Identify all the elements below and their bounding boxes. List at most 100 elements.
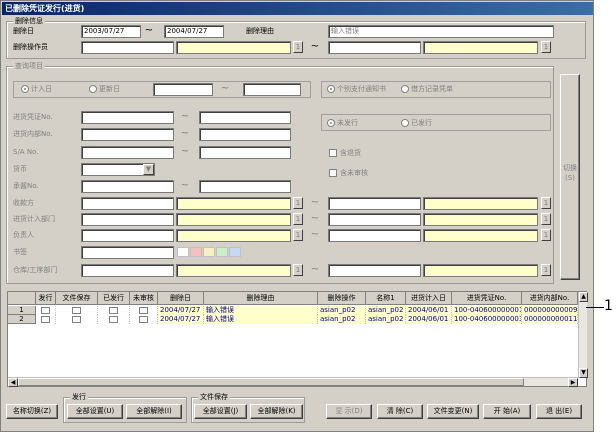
dept-lookup-to[interactable]: 1 [541,213,551,225]
delete-operator-lookup-from[interactable]: 1 [293,41,303,53]
col-header-internal-no[interactable]: 进货内部No. [522,292,578,305]
ticket-no-from[interactable] [81,180,174,193]
delete-reason-label: 删除理由 [246,27,274,35]
search-date-to[interactable] [243,83,301,96]
col-header-voucher-no[interactable]: 进货凭证No. [452,292,522,305]
currency-select[interactable]: ▼ [81,163,155,176]
warehouse-code-from[interactable] [81,264,174,277]
row2-issue-checkbox[interactable] [41,315,50,323]
start-button[interactable]: 开 始(A) [483,404,531,419]
ticket-no-to[interactable] [199,180,291,193]
chk-returns[interactable]: 含退货 [329,147,361,159]
scroll-up-icon[interactable]: ▲ [579,292,588,302]
col-header-delete-reason[interactable]: 删除理由 [204,292,318,305]
name-switch-button[interactable]: 名称切换(Z) [6,404,58,419]
radio-credit[interactable]: 借方记录凭单 [401,83,453,95]
col-header-issue[interactable]: 发行 [36,292,56,305]
payee-lookup-from[interactable]: 1 [293,197,303,209]
bookmark-color-yellow[interactable] [203,247,215,257]
warehouse-lookup-to[interactable]: 1 [541,264,551,276]
internal-no-to[interactable] [199,128,291,141]
delete-date-from-input[interactable]: 2003/07/27 [81,25,141,38]
horizontal-scrollbar[interactable]: ◀ ▶ [8,377,578,387]
file-change-button[interactable]: 文件变更(N) [427,404,479,419]
row2-issue-cell[interactable] [36,315,56,324]
vertical-scrollbar[interactable]: ▲ ▼ [578,292,588,378]
radio-unissued[interactable]: 未发行 [327,117,358,129]
sa-no-to[interactable] [199,146,291,159]
manager-name-from [176,229,291,242]
delete-reason-input[interactable]: 输入错误 [328,25,554,38]
dept-name-from [176,213,291,226]
row-header-2[interactable]: 2 [8,315,36,324]
row1-issue-checkbox[interactable] [41,306,50,314]
dept-lookup-from[interactable]: 1 [293,213,303,225]
chevron-down-icon[interactable]: ▼ [143,164,154,175]
dept-code-to[interactable] [328,213,421,226]
clear-button[interactable]: 清 除(C) [377,404,423,419]
delete-operator-code-from[interactable] [81,41,174,54]
bookmark-color-green[interactable] [216,247,228,257]
row1-plan-date: 2004/06/01 [406,306,452,315]
radio-individual[interactable]: 个别支付通知书 [327,83,386,95]
row-header-1[interactable]: 1 [8,306,36,315]
voucher-no-to[interactable] [199,111,291,124]
bookmark-color-red[interactable] [190,247,202,257]
display-button[interactable]: 显 示(D) [326,404,372,419]
bookmark-color-blue[interactable] [229,247,241,257]
file-all-set-button[interactable]: 全部设置(J) [194,404,247,419]
payee-lookup-to[interactable]: 1 [541,197,551,209]
chk-unreviewed[interactable]: 含未审核 [329,167,368,179]
row2-file-cell[interactable] [56,315,98,324]
radio-issued[interactable]: 已发行 [401,117,432,129]
issue-all-set-button[interactable]: 全部设置(U) [67,404,123,419]
warehouse-lookup-from[interactable]: 1 [293,264,303,276]
row1-file-checkbox[interactable] [72,306,81,314]
radio-issued-dot [401,119,409,127]
delete-operator-lookup-to[interactable]: 1 [541,41,551,53]
notes-input[interactable] [81,246,174,259]
warehouse-code-to[interactable] [328,264,421,277]
payee-code-from[interactable] [81,197,174,210]
delete-operator-code-to[interactable] [328,41,421,54]
window-title: 已删除凭证发行(进货) [2,2,593,15]
col-header-plan-date[interactable]: 进货计入日 [406,292,452,305]
exit-button[interactable]: 退 出(E) [536,404,582,419]
radio-update-date[interactable]: 更新日 [89,83,120,95]
search-date-from[interactable] [153,83,213,96]
horizontal-scroll-thumb[interactable] [18,378,524,386]
delete-date-to-input[interactable]: 2004/07/27 [164,25,224,38]
col-header-file-save[interactable]: 文件保存 [56,292,98,305]
row2-file-checkbox[interactable] [72,315,81,323]
row1-file-cell[interactable] [56,306,98,315]
voucher-no-from[interactable] [81,111,174,124]
sa-no-from[interactable] [81,146,174,159]
radio-plan-date-dot [21,85,29,93]
scroll-down-icon[interactable]: ▼ [579,368,588,378]
row1-issue-cell[interactable] [36,306,56,315]
col-header-name1[interactable]: 名称1 [366,292,406,305]
radio-unissued-label: 未发行 [337,119,358,127]
internal-no-from[interactable] [81,128,174,141]
row1-name1: asian_p02 [366,306,406,315]
dept-code-from[interactable] [81,213,174,226]
payee-code-to[interactable] [328,197,421,210]
delete-operator-name-to [423,41,538,54]
scroll-right-icon[interactable]: ▶ [568,378,578,387]
col-header-issued[interactable]: 已发行 [98,292,130,305]
bookmark-color-white[interactable] [177,247,189,257]
manager-code-from[interactable] [81,229,174,242]
col-header-unreviewed[interactable]: 未审核 [130,292,158,305]
radio-credit-dot [401,85,409,93]
col-header-delete-operator[interactable]: 删除操作 [318,292,366,305]
scroll-left-icon[interactable]: ◀ [8,378,18,387]
file-all-clear-button[interactable]: 全部解除(K) [250,404,303,419]
switch-button[interactable]: 切换(S) [560,74,580,280]
manager-code-to[interactable] [328,229,421,242]
col-header-delete-date[interactable]: 删除日 [158,292,204,305]
manager-lookup-to[interactable]: 1 [541,229,551,241]
radio-plan-date[interactable]: 计入日 [21,83,52,95]
issue-all-clear-button[interactable]: 全部解除(I) [126,404,182,419]
results-grid: 发行 文件保存 已发行 未审核 删除日 删除理由 删除操作 名称1 进货计入日 … [7,291,588,387]
manager-lookup-from[interactable]: 1 [293,229,303,241]
